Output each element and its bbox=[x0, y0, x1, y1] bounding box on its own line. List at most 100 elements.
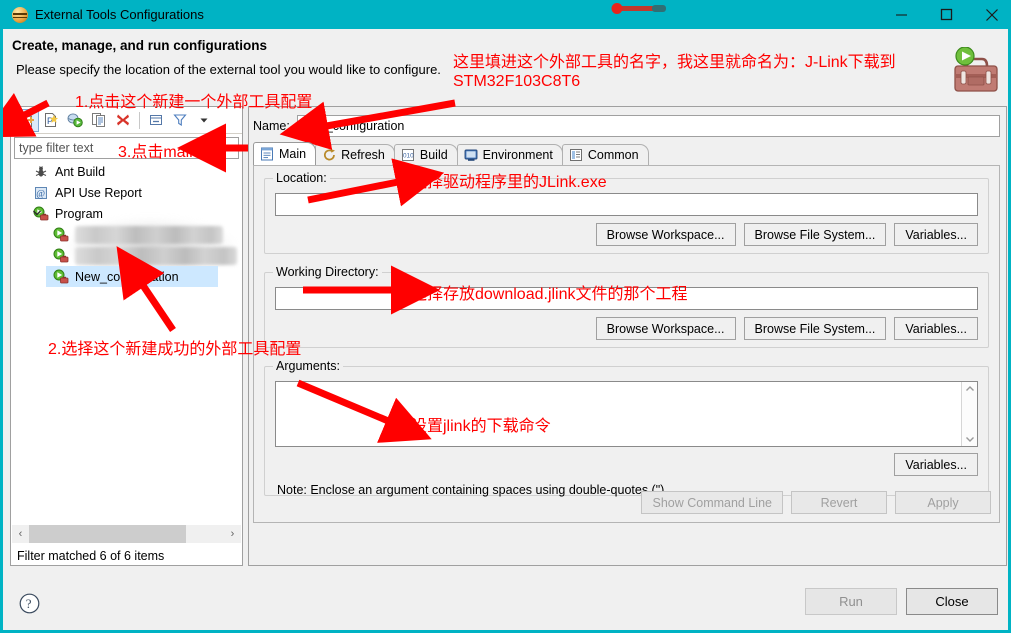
new-prototype-button[interactable]: P bbox=[39, 109, 63, 132]
help-question-icon[interactable]: ? bbox=[19, 593, 40, 614]
external-tools-configurations-dialog: External Tools Configurations Create, ma… bbox=[0, 0, 1011, 633]
location-group: Location: Browse Workspace... Browse Fil… bbox=[264, 171, 989, 254]
page-subtitle: Please specify the location of the exter… bbox=[16, 62, 441, 77]
tab-label: Common bbox=[587, 148, 639, 162]
tab-label: Build bbox=[419, 148, 448, 162]
program-icon bbox=[52, 269, 70, 285]
arguments-button-row: Variables... bbox=[894, 453, 978, 476]
program-icon bbox=[52, 248, 70, 264]
tree-item-ant-build[interactable]: Ant Build bbox=[12, 161, 241, 182]
environment-tab-icon bbox=[464, 149, 478, 161]
annotation-4-line1: 这里填进这个外部工具的名字，我这里就命名为：J-Link下载到 bbox=[453, 54, 896, 71]
tab-environment[interactable]: Environment bbox=[456, 144, 563, 165]
tab-bar: Main Refresh 010 Build Environment Commo… bbox=[253, 142, 649, 165]
location-button-row: Browse Workspace... Browse File System..… bbox=[595, 223, 978, 246]
new-configuration-button[interactable] bbox=[15, 108, 39, 132]
scroll-right-arrow-icon[interactable]: › bbox=[224, 528, 241, 540]
chevron-expanded-icon[interactable] bbox=[32, 208, 42, 218]
scroll-thumb[interactable] bbox=[29, 525, 186, 543]
scroll-down-chevron-icon[interactable] bbox=[965, 435, 975, 443]
tree-item-program[interactable]: Program bbox=[12, 203, 241, 224]
tree-item-blurred-1[interactable] bbox=[12, 224, 241, 245]
apply-button[interactable]: Apply bbox=[895, 491, 991, 514]
working-directory-label: Working Directory: bbox=[273, 265, 382, 279]
export-button[interactable] bbox=[63, 109, 87, 132]
tree-item-label-redacted bbox=[75, 246, 237, 265]
tree-item-blurred-2[interactable] bbox=[12, 245, 241, 266]
tab-label: Refresh bbox=[341, 148, 385, 162]
main-tab-content: Location: Browse Workspace... Browse Fil… bbox=[253, 165, 1000, 523]
location-browse-file-system-button[interactable]: Browse File System... bbox=[743, 223, 887, 246]
working-directory-browse-file-system-button[interactable]: Browse File System... bbox=[743, 317, 887, 340]
build-tab-icon: 010 bbox=[401, 149, 414, 161]
run-button[interactable]: Run bbox=[805, 588, 897, 615]
tab-main[interactable]: Main bbox=[253, 142, 317, 165]
name-label: Name: bbox=[253, 119, 290, 133]
collapse-all-button[interactable] bbox=[144, 109, 168, 132]
page-title: Create, manage, and run configurations bbox=[12, 38, 268, 53]
working-directory-variables-button[interactable]: Variables... bbox=[894, 317, 978, 340]
filter-funnel-icon[interactable] bbox=[168, 109, 192, 132]
arguments-note: Note: Enclose an argument containing spa… bbox=[277, 483, 668, 497]
tab-label: Environment bbox=[482, 148, 553, 162]
arguments-textarea[interactable] bbox=[275, 381, 978, 447]
svg-text:?: ? bbox=[26, 596, 32, 611]
arguments-label: Arguments: bbox=[273, 359, 343, 373]
revert-button[interactable]: Revert bbox=[791, 491, 887, 514]
delete-x-icon[interactable] bbox=[111, 109, 135, 132]
name-input[interactable] bbox=[296, 115, 1000, 137]
svg-text:@: @ bbox=[36, 189, 45, 199]
arguments-variables-button[interactable]: Variables... bbox=[894, 453, 978, 476]
common-tab-icon bbox=[569, 149, 582, 161]
tab-build[interactable]: 010 Build bbox=[393, 144, 458, 165]
window-controls bbox=[879, 0, 1008, 29]
toolbar-separator bbox=[139, 111, 140, 129]
tree-item-label: API Use Report bbox=[55, 185, 142, 200]
location-browse-workspace-button[interactable]: Browse Workspace... bbox=[595, 223, 736, 246]
svg-text:010: 010 bbox=[403, 153, 414, 160]
scroll-left-arrow-icon[interactable]: ‹ bbox=[12, 528, 29, 540]
show-command-line-button[interactable]: Show Command Line bbox=[641, 491, 783, 514]
working-directory-browse-workspace-button[interactable]: Browse Workspace... bbox=[595, 317, 736, 340]
maximize-button[interactable] bbox=[924, 0, 969, 29]
program-icon bbox=[52, 227, 70, 243]
location-input[interactable] bbox=[275, 193, 978, 216]
window-title: External Tools Configurations bbox=[35, 7, 204, 22]
filter-input-row[interactable]: type filter text bbox=[14, 137, 239, 159]
location-variables-button[interactable]: Variables... bbox=[894, 223, 978, 246]
scroll-track[interactable] bbox=[29, 525, 224, 543]
configuration-editor-panel: Name: Main Refresh bbox=[248, 106, 1007, 566]
working-directory-button-row: Browse Workspace... Browse File System..… bbox=[595, 317, 978, 340]
api-use-report-icon: @ bbox=[32, 185, 50, 201]
refresh-tab-icon bbox=[324, 149, 336, 161]
configurations-tree-panel: P type filter text Ant Build @ API Use R… bbox=[10, 106, 243, 566]
duplicate-button[interactable] bbox=[87, 109, 111, 132]
minimize-button[interactable] bbox=[879, 0, 924, 29]
dialog-footer-buttons: Run Close bbox=[805, 588, 998, 615]
close-button[interactable] bbox=[969, 0, 1008, 29]
tree-item-label: New_configuration bbox=[75, 269, 179, 284]
arguments-group: Arguments: Variables... Note: Enclose an… bbox=[264, 359, 989, 497]
filter-status-text: Filter matched 6 of 6 items bbox=[17, 549, 165, 563]
title-bar: External Tools Configurations bbox=[3, 0, 1008, 29]
tab-common[interactable]: Common bbox=[561, 144, 649, 165]
chevron-down-icon[interactable] bbox=[192, 109, 216, 132]
working-directory-input[interactable] bbox=[275, 287, 978, 310]
tab-refresh[interactable]: Refresh bbox=[315, 144, 395, 165]
scroll-up-chevron-icon[interactable] bbox=[965, 385, 975, 393]
tree-horizontal-scrollbar[interactable]: ‹ › bbox=[12, 525, 241, 543]
filter-input[interactable]: type filter text bbox=[19, 141, 93, 155]
close-button-footer[interactable]: Close bbox=[906, 588, 998, 615]
arguments-scrollbar[interactable] bbox=[961, 382, 977, 446]
annotation-4-line2: STM32F103C8T6 bbox=[453, 73, 581, 90]
tree-item-label-redacted bbox=[75, 225, 223, 244]
tree-item-new-configuration[interactable]: New_configuration bbox=[46, 266, 218, 287]
main-tab-icon bbox=[261, 147, 273, 161]
red-slider-artifact bbox=[611, 3, 666, 14]
configurations-tree[interactable]: Ant Build @ API Use Report Program New_c… bbox=[12, 161, 241, 523]
tree-item-label: Ant Build bbox=[55, 164, 106, 179]
tree-item-api-use-report[interactable]: @ API Use Report bbox=[12, 182, 241, 203]
ant-build-icon bbox=[32, 164, 50, 180]
eclipse-external-tools-icon bbox=[12, 6, 28, 23]
editor-action-buttons: Show Command Line Revert Apply bbox=[641, 491, 991, 514]
